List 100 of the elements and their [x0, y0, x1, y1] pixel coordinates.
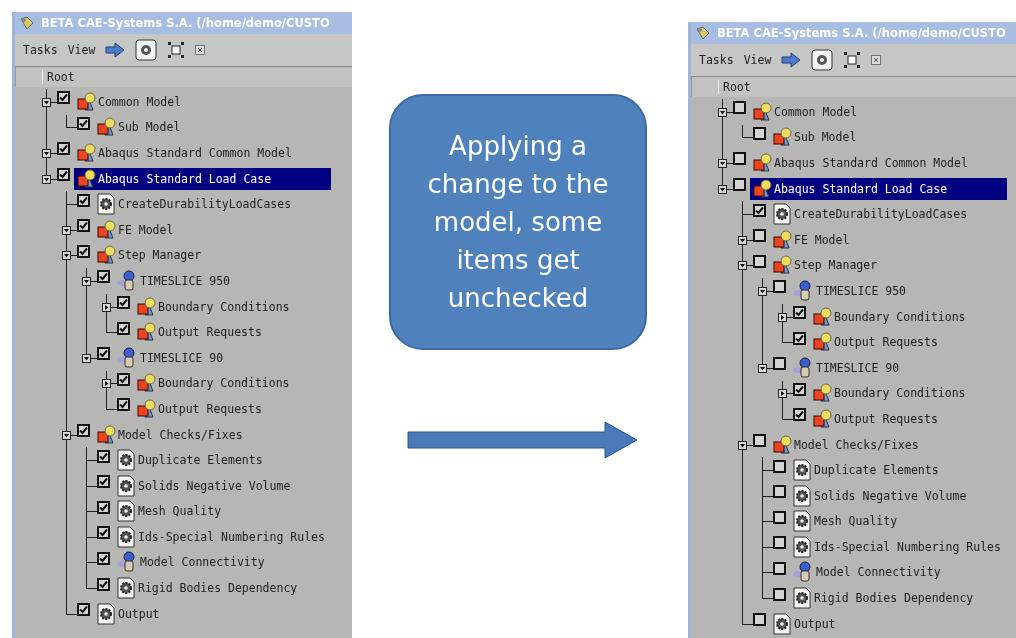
tree-item[interactable]: Mesh Quality — [114, 499, 282, 524]
tree-item[interactable]: Output Requests — [134, 321, 322, 344]
checkbox[interactable] — [793, 382, 806, 396]
collapse-toggle-icon[interactable] — [738, 261, 747, 271]
tree-item[interactable]: Mesh Quality — [790, 509, 958, 534]
arrow-right-icon[interactable] — [781, 52, 802, 68]
tree-item[interactable]: Boundary Conditions — [810, 382, 1016, 405]
fit-view-icon[interactable] — [843, 51, 862, 69]
close-icon[interactable] — [195, 45, 206, 55]
tree-item[interactable]: Boundary Conditions — [134, 372, 350, 395]
checkbox[interactable] — [57, 142, 70, 156]
tree-item[interactable]: Output — [94, 601, 220, 626]
collapse-toggle-icon[interactable] — [62, 251, 71, 261]
checkbox[interactable] — [97, 552, 110, 565]
tree-item[interactable]: Abaqus Standard Common Model — [750, 152, 1016, 174]
tree-item[interactable]: Ids-Special Numbering Rules — [114, 524, 385, 549]
checkbox[interactable] — [793, 408, 806, 422]
tree-item[interactable]: Abaqus Standard Load Case — [750, 177, 1008, 200]
collapse-toggle-icon[interactable] — [758, 363, 767, 373]
expand-toggle-icon[interactable] — [778, 389, 787, 399]
checkbox[interactable] — [753, 434, 766, 447]
checkbox[interactable] — [733, 152, 746, 166]
tree-item[interactable]: CreateDurabilityLoadCases — [770, 202, 1016, 227]
tree-item[interactable]: Output — [770, 611, 896, 636]
tree-item[interactable]: Rigid Bodies Dependency — [114, 576, 358, 601]
checkbox[interactable] — [117, 296, 130, 310]
checkbox[interactable] — [773, 485, 786, 499]
collapse-toggle-icon[interactable] — [82, 276, 91, 286]
checkbox[interactable] — [117, 372, 130, 386]
collapse-toggle-icon[interactable] — [42, 149, 51, 158]
tree-item[interactable]: Step Manager — [770, 254, 938, 277]
collapse-toggle-icon[interactable] — [718, 107, 727, 117]
tree-item[interactable]: TIMESLICE 950 — [114, 268, 290, 293]
checkbox[interactable] — [97, 577, 110, 591]
checkbox[interactable] — [57, 168, 70, 182]
tree-item[interactable]: Rigid Bodies Dependency — [790, 586, 1016, 611]
tree-item[interactable]: Step Manager — [94, 244, 262, 267]
collapse-toggle-icon[interactable] — [42, 174, 51, 184]
checkbox[interactable] — [773, 562, 786, 575]
checkbox[interactable] — [753, 126, 766, 140]
checkbox[interactable] — [793, 306, 806, 320]
checkbox[interactable] — [753, 203, 766, 217]
tree-item[interactable]: Sub Model — [770, 126, 917, 149]
checkbox[interactable] — [793, 331, 806, 345]
collapse-toggle-icon[interactable] — [738, 440, 747, 450]
checkbox[interactable] — [77, 244, 90, 258]
checkbox[interactable] — [753, 613, 766, 627]
tree-item[interactable]: FE Model — [770, 228, 910, 251]
checkbox[interactable] — [773, 357, 786, 371]
checkbox[interactable] — [77, 116, 90, 130]
tree-item[interactable]: CreateDurabilityLoadCases — [94, 192, 352, 217]
collapse-toggle-icon[interactable] — [738, 235, 747, 245]
menu-item[interactable]: View — [67, 43, 96, 57]
tree-item[interactable]: Solids Negative Volume — [790, 483, 1016, 508]
tree-item[interactable]: Duplicate Elements — [790, 458, 999, 483]
tree-item[interactable]: Model Checks/Fixes — [94, 423, 303, 446]
gear-button-icon[interactable] — [135, 39, 158, 61]
checkbox[interactable] — [773, 587, 786, 601]
collapse-toggle-icon[interactable] — [62, 430, 71, 440]
tree-item[interactable]: Common Model — [74, 90, 242, 113]
tree-item[interactable]: Duplicate Elements — [114, 448, 323, 473]
checkbox[interactable] — [77, 424, 90, 437]
collapse-toggle-icon[interactable] — [42, 97, 51, 107]
checkbox[interactable] — [97, 500, 110, 514]
collapse-toggle-icon[interactable] — [82, 353, 91, 363]
checkbox[interactable] — [97, 449, 110, 463]
tree-item[interactable]: Boundary Conditions — [810, 305, 1016, 328]
tree-item[interactable]: Solids Negative Volume — [114, 473, 351, 498]
tree-item[interactable]: Model Checks/Fixes — [770, 433, 979, 456]
menu-item[interactable]: Tasks — [699, 53, 734, 67]
checkbox[interactable] — [97, 526, 110, 540]
tree-item[interactable]: Model Connectivity — [114, 550, 325, 575]
gear-button-icon[interactable] — [811, 49, 834, 71]
checkbox[interactable] — [733, 101, 746, 115]
checkbox[interactable] — [117, 398, 130, 412]
expand-toggle-icon[interactable] — [778, 312, 787, 322]
tree-item[interactable]: Output Requests — [810, 407, 998, 430]
tree-item[interactable]: Output Requests — [810, 331, 998, 354]
tree-item[interactable]: Abaqus Standard Load Case — [74, 167, 332, 190]
checkbox[interactable] — [773, 510, 786, 524]
menu-item[interactable]: Tasks — [23, 43, 58, 57]
collapse-toggle-icon[interactable] — [718, 159, 727, 168]
checkbox[interactable] — [77, 603, 90, 617]
checkbox[interactable] — [77, 219, 90, 233]
checkbox[interactable] — [97, 475, 110, 489]
checkbox[interactable] — [77, 193, 90, 207]
tree-item[interactable]: TIMESLICE 90 — [114, 345, 284, 370]
checkbox[interactable] — [97, 347, 110, 361]
checkbox[interactable] — [753, 229, 766, 243]
checkbox[interactable] — [753, 254, 766, 268]
checkbox[interactable] — [97, 270, 110, 284]
collapse-toggle-icon[interactable] — [62, 225, 71, 235]
checkbox[interactable] — [773, 459, 786, 473]
checkbox[interactable] — [733, 178, 746, 192]
checkbox[interactable] — [57, 91, 70, 105]
arrow-right-icon[interactable] — [105, 42, 126, 58]
tree-item[interactable]: FE Model — [94, 218, 234, 241]
tree-item[interactable]: Common Model — [750, 100, 918, 123]
expand-toggle-icon[interactable] — [102, 302, 111, 312]
checkbox[interactable] — [773, 280, 786, 294]
